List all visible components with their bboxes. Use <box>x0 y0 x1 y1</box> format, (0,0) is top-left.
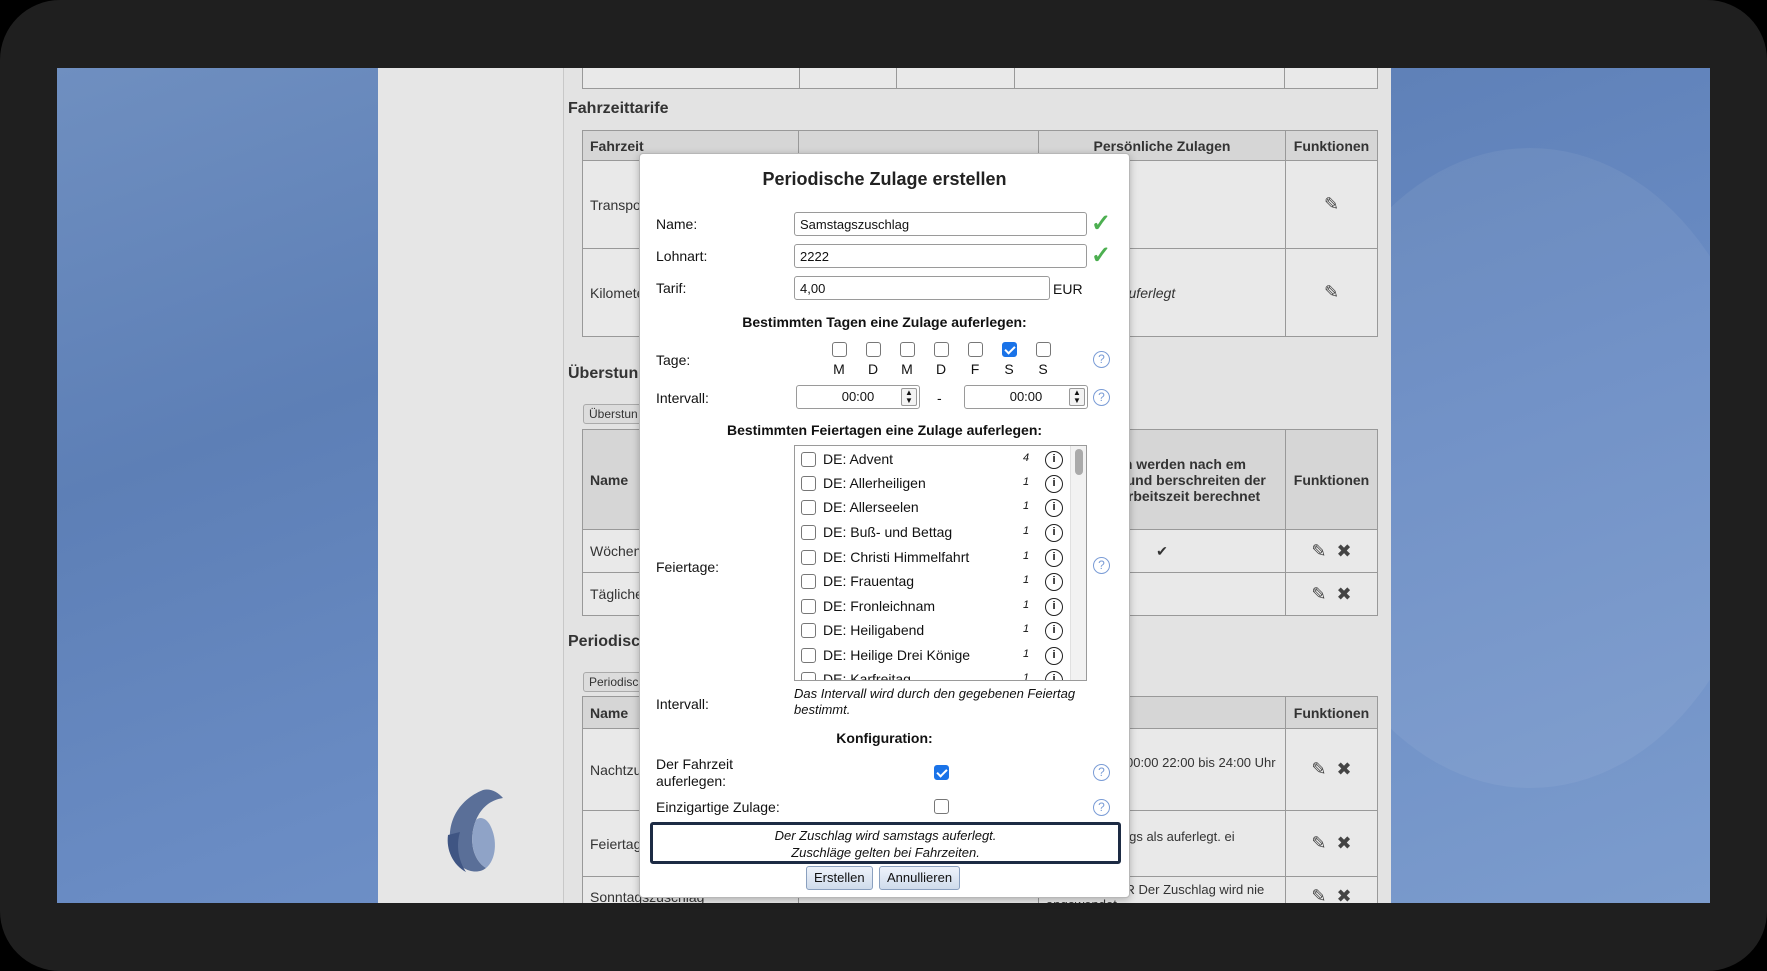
interval-to-spinner[interactable]: 00:00 ▲ ▼ <box>964 385 1088 409</box>
summary-message: Der Zuschlag wird samstags auferlegt. Zu… <box>650 822 1121 864</box>
config-heading: Konfiguration: <box>836 730 933 746</box>
delete-icon[interactable]: ✖ <box>1337 886 1352 903</box>
day-checkbox-fri[interactable]: F <box>965 342 985 377</box>
help-icon[interactable]: ? <box>1093 389 1110 406</box>
spinner-arrows-icon[interactable]: ▲ ▼ <box>901 388 917 406</box>
ueberstunden-section-title: Überstun <box>568 365 639 382</box>
fahrzeit-checkbox[interactable] <box>934 765 949 780</box>
day-checkbox-mon[interactable]: M <box>829 342 849 377</box>
info-icon[interactable]: i <box>1045 671 1063 680</box>
list-item[interactable]: DE: Allerheiligen 1 i <box>801 472 1063 496</box>
spinner-arrows-icon[interactable]: ▲ ▼ <box>1069 388 1085 406</box>
list-item[interactable]: DE: Fronleichnam 1 i <box>801 595 1063 619</box>
dialog-title: Periodische Zulage erstellen <box>762 169 1007 189</box>
feiertage-label: Feiertage: <box>656 559 720 575</box>
info-icon[interactable]: i <box>1045 451 1063 469</box>
create-button[interactable]: Erstellen <box>806 866 873 890</box>
ueberstunden-add-button[interactable]: Überstun <box>583 404 644 424</box>
help-icon[interactable]: ? <box>1093 351 1110 368</box>
day-checkbox-wed[interactable]: M <box>897 342 917 377</box>
col-header: Funktionen <box>1285 429 1378 530</box>
day-checkbox-sun[interactable]: S <box>1033 342 1053 377</box>
col-header: Funktionen <box>1285 130 1378 161</box>
info-icon[interactable]: i <box>1045 647 1063 665</box>
info-icon[interactable]: i <box>1045 524 1063 542</box>
interval-from-spinner[interactable]: 00:00 ▲ ▼ <box>796 385 920 409</box>
lohnart-label: Lohnart: <box>656 248 708 264</box>
edit-icon[interactable]: ✎ <box>1311 541 1326 562</box>
tarif-unit: EUR <box>1053 281 1083 297</box>
interval-note: Das Intervall wird durch den gegebenen F… <box>794 686 1076 717</box>
day-checkbox-thu[interactable]: D <box>931 342 951 377</box>
message-line: Der Zuschlag wird samstags auferlegt. <box>774 828 997 843</box>
day-checkbox-tue[interactable]: D <box>863 342 883 377</box>
periodisch-section-title: Periodisc <box>568 633 641 650</box>
col-header: Funktionen <box>1285 696 1378 729</box>
holiday-listbox[interactable]: DE: Advent 4 i DE: Allerheiligen 1 i DE: All… <box>794 445 1087 681</box>
einzig-label: Einzigartige Zulage: <box>656 799 780 815</box>
edit-icon[interactable]: ✎ <box>1311 886 1326 903</box>
top-table <box>581 68 1378 89</box>
list-item[interactable]: DE: Frauentag 1 i <box>801 570 1063 594</box>
list-item[interactable]: DE: Allerseelen 1 i <box>801 496 1063 520</box>
list-item[interactable]: DE: Karfreitag 1 i <box>801 668 1063 680</box>
info-icon[interactable]: i <box>1045 598 1063 616</box>
tage-label: Tage: <box>656 352 691 368</box>
einzig-checkbox[interactable] <box>934 799 949 814</box>
days-heading: Bestimmten Tagen eine Zulage auferlegen: <box>742 314 1027 330</box>
delete-icon[interactable]: ✖ <box>1337 833 1352 854</box>
info-icon[interactable]: i <box>1045 573 1063 591</box>
cancel-button[interactable]: Annullieren <box>879 866 961 890</box>
delete-icon[interactable]: ✖ <box>1337 759 1352 780</box>
lohnart-input[interactable] <box>794 244 1087 268</box>
intervall-label: Intervall: <box>656 390 709 406</box>
help-icon[interactable]: ? <box>1093 764 1110 781</box>
day-checkbox-sat[interactable]: S <box>999 342 1019 377</box>
help-icon[interactable]: ? <box>1093 557 1110 574</box>
name-input[interactable] <box>794 212 1087 236</box>
tarif-input[interactable] <box>794 276 1050 300</box>
edit-icon[interactable]: ✎ <box>1311 584 1326 605</box>
interval-separator: - <box>937 390 942 406</box>
delete-icon[interactable]: ✖ <box>1337 541 1352 562</box>
info-icon[interactable]: i <box>1045 499 1063 517</box>
list-item[interactable]: DE: Advent 4 i <box>801 448 1063 472</box>
holidays-heading: Bestimmten Feiertagen eine Zulage auferl… <box>726 422 1043 438</box>
info-icon[interactable]: i <box>1045 475 1063 493</box>
device-frame: Fahrzeittarife Fahrzeit Persönliche Zula… <box>0 0 1767 971</box>
create-allowance-dialog: Periodische Zulage erstellen Name: ✓ Loh… <box>639 153 1130 898</box>
info-icon[interactable]: i <box>1045 549 1063 567</box>
fahrzeit-section-title: Fahrzeittarife <box>568 100 669 117</box>
periodisch-add-button[interactable]: Periodisc <box>583 672 645 692</box>
delete-icon[interactable]: ✖ <box>1337 584 1352 605</box>
list-item[interactable]: DE: Heilige Drei Könige 1 i <box>801 644 1063 668</box>
tarif-label: Tarif: <box>656 280 687 296</box>
intervall2-label: Intervall: <box>656 696 709 712</box>
edit-icon[interactable]: ✎ <box>1324 282 1339 303</box>
listbox-scrollbar[interactable] <box>1070 446 1086 680</box>
list-item[interactable]: DE: Heiligabend 1 i <box>801 619 1063 643</box>
valid-check-icon: ✓ <box>1091 242 1112 269</box>
name-label: Name: <box>656 216 698 232</box>
help-icon[interactable]: ? <box>1093 799 1110 816</box>
valid-check-icon: ✓ <box>1091 210 1112 237</box>
fahrzeit-label: Der Fahrzeit auferlegen: <box>656 756 734 789</box>
edit-icon[interactable]: ✎ <box>1324 194 1339 215</box>
scrollbar-thumb[interactable] <box>1075 449 1083 475</box>
info-icon[interactable]: i <box>1045 622 1063 640</box>
app-logo-icon <box>447 789 503 872</box>
message-line: Zuschläge gelten bei Fahrzeiten. <box>791 845 980 860</box>
list-item[interactable]: DE: Christi Himmelfahrt 1 i <box>801 546 1063 570</box>
list-item[interactable]: DE: Buß- und Bettag 1 i <box>801 521 1063 545</box>
edit-icon[interactable]: ✎ <box>1311 833 1326 854</box>
edit-icon[interactable]: ✎ <box>1311 759 1326 780</box>
